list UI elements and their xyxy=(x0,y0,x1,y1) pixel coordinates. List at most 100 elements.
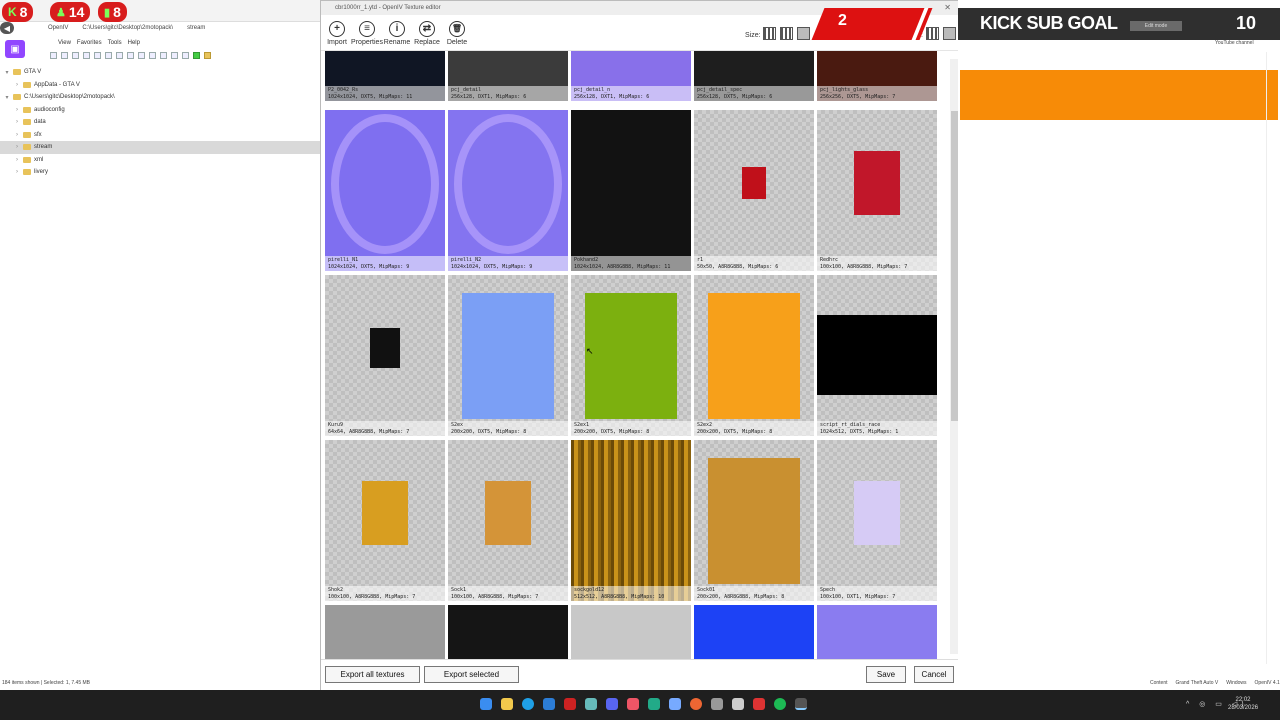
menu-help[interactable]: Help xyxy=(128,40,140,50)
tool-replace-button[interactable]: ⇄ Replace xyxy=(411,21,443,46)
view-list-icon[interactable] xyxy=(926,27,939,40)
toolbar-icon[interactable] xyxy=(116,52,123,59)
chevron-right-icon[interactable]: › xyxy=(14,119,20,125)
texture-tile[interactable] xyxy=(817,605,937,659)
app-icon[interactable] xyxy=(711,698,723,710)
texture-tile[interactable] xyxy=(571,605,691,659)
export-selected-button[interactable]: Export selected xyxy=(424,666,519,683)
tree-item[interactable]: › xml xyxy=(0,154,320,167)
taskbar-clock[interactable]: 22:02 28/03/2026 xyxy=(1228,696,1258,712)
adobe-icon[interactable] xyxy=(564,698,576,710)
size-small-icon[interactable] xyxy=(763,27,776,40)
app-icon[interactable] xyxy=(585,698,597,710)
save-button[interactable]: Save xyxy=(866,666,906,683)
cancel-button[interactable]: Cancel xyxy=(914,666,954,683)
chevron-right-icon[interactable]: › xyxy=(14,82,20,88)
discord-icon[interactable] xyxy=(606,698,618,710)
add-icon[interactable] xyxy=(193,52,200,59)
toolbar-icon[interactable] xyxy=(105,52,112,59)
texture-info: 256x128, DXT1, MipMaps: 6 xyxy=(451,93,527,100)
file-explorer-icon[interactable] xyxy=(501,698,513,710)
texture-tile[interactable]: S2ex 200x200, DXT5, MipMaps: 8 xyxy=(448,275,568,436)
app-icon[interactable] xyxy=(753,698,765,710)
app-icon[interactable] xyxy=(669,698,681,710)
texture-tile[interactable]: pirelli_N1 1024x1024, DXT5, MipMaps: 9 xyxy=(325,110,445,271)
tree-item[interactable]: › AppData - GTA V xyxy=(0,79,320,92)
texture-tile[interactable]: sockgold12 512x512, A8R8G8B8, MipMaps: 10 xyxy=(571,440,691,601)
tree-item[interactable]: ▾ C:\Users\gitc\Desktop\2motopack\ xyxy=(0,91,320,104)
toolbar-icon[interactable] xyxy=(50,52,57,59)
chevron-down-icon[interactable]: ▾ xyxy=(4,94,10,101)
toolbar-icon[interactable] xyxy=(149,52,156,59)
texture-info: 256x128, DXT5, MipMaps: 6 xyxy=(697,93,773,100)
toolbar-icon[interactable] xyxy=(160,52,167,59)
texture-tile[interactable]: Sock1 100x100, A8R8G8B8, MipMaps: 7 xyxy=(448,440,568,601)
toolbar-icon[interactable] xyxy=(94,52,101,59)
tree-item[interactable]: › audioconfig xyxy=(0,104,320,117)
texture-tile[interactable]: pirelli_N2 1024x1024, DXT5, MipMaps: 9 xyxy=(448,110,568,271)
tree-item[interactable]: › livery xyxy=(0,166,320,179)
texture-tile[interactable] xyxy=(448,605,568,659)
toolbar-icon[interactable] xyxy=(83,52,90,59)
tool-rename-button[interactable]: i Rename xyxy=(381,21,413,46)
texture-preview-swatch xyxy=(708,293,800,419)
texture-tile[interactable] xyxy=(325,605,445,659)
openiv-taskbar-icon[interactable] xyxy=(795,698,807,710)
edge-icon[interactable] xyxy=(522,698,534,710)
windows-start-icon[interactable] xyxy=(480,698,492,710)
chevron-right-icon[interactable]: › xyxy=(14,169,20,175)
texture-tile[interactable]: P2_0042_Rs 1024x1024, DXT5, MipMaps: 11 xyxy=(325,51,445,101)
texture-tile[interactable]: Redhrc 100x100, A8R8G8B8, MipMaps: 7 xyxy=(817,110,937,271)
address-bar[interactable]: OpenIV C:\Users\gitc\Desktop\2motopack\ … xyxy=(0,22,320,34)
tool-import-button[interactable]: + Import xyxy=(321,21,353,46)
texture-tile[interactable]: S2ex2 200x200, DXT5, MipMaps: 8 xyxy=(694,275,814,436)
toolbar-icon[interactable] xyxy=(61,52,68,59)
edit-mode-button[interactable]: Edit mode xyxy=(1130,21,1182,31)
texture-tile[interactable] xyxy=(694,605,814,659)
texture-tile[interactable]: Sock01 200x200, A8R8G8B8, MipMaps: 8 xyxy=(694,440,814,601)
right-scrollbar[interactable] xyxy=(1266,52,1276,664)
app-icon[interactable] xyxy=(627,698,639,710)
app-icon[interactable] xyxy=(648,698,660,710)
texture-label: pcj_detail_spec 256x128, DXT5, MipMaps: 6 xyxy=(694,86,814,101)
toolbar-icon[interactable] xyxy=(171,52,178,59)
texture-tile[interactable]: pcj_detail_spec 256x128, DXT5, MipMaps: 6 xyxy=(694,51,814,101)
size-large-icon[interactable] xyxy=(797,27,810,40)
vscode-icon[interactable] xyxy=(543,698,555,710)
folder-add-icon[interactable] xyxy=(204,52,211,59)
toolbar-icon[interactable] xyxy=(138,52,145,59)
texture-tile[interactable]: r1 50x50, A8R8G8B8, MipMaps: 6 xyxy=(694,110,814,271)
chevron-right-icon[interactable]: › xyxy=(14,144,20,150)
menu-view[interactable]: View xyxy=(58,40,71,50)
toolbar-icon[interactable] xyxy=(182,52,189,59)
texture-tile[interactable]: Spech 100x100, DXT1, MipMaps: 7 xyxy=(817,440,937,601)
tree-item[interactable]: › data xyxy=(0,116,320,129)
texture-tile[interactable]: Pokhand2 1024x1024, A8R8G8B8, MipMaps: 11 xyxy=(571,110,691,271)
tool-properties-button[interactable]: ≡ Properties xyxy=(351,21,383,46)
close-icon[interactable]: ✕ xyxy=(944,3,951,12)
toolbar-icon[interactable] xyxy=(72,52,79,59)
texture-tile[interactable]: Kuru9 64x64, A8R8G8B8, MipMaps: 7 xyxy=(325,275,445,436)
export-all-button[interactable]: Export all textures xyxy=(325,666,420,683)
view-grid-icon[interactable] xyxy=(943,27,956,40)
toolbar-icon[interactable] xyxy=(127,52,134,59)
texture-tile[interactable]: Shok2 100x100, A8R8G8B8, MipMaps: 7 xyxy=(325,440,445,601)
texture-tile[interactable]: pcj_detail_n 256x128, DXT1, MipMaps: 6 xyxy=(571,51,691,101)
app-icon[interactable] xyxy=(732,698,744,710)
chevron-right-icon[interactable]: › xyxy=(14,157,20,163)
app-icon[interactable] xyxy=(690,698,702,710)
tree-item[interactable]: › sfx xyxy=(0,129,320,142)
texture-tile[interactable]: pcj_detail 256x128, DXT1, MipMaps: 6 xyxy=(448,51,568,101)
texture-tile[interactable]: pcj_lights_glass 256x256, DXT5, MipMaps: … xyxy=(817,51,937,101)
size-medium-icon[interactable] xyxy=(780,27,793,40)
chevron-right-icon[interactable]: › xyxy=(14,107,20,113)
menu-tools[interactable]: Tools xyxy=(108,40,122,50)
menu-favorites[interactable]: Favorites xyxy=(77,40,102,50)
texture-tile[interactable]: script_rt_dials_race 1024x512, DXT5, MipM… xyxy=(817,275,937,436)
spotify-icon[interactable] xyxy=(774,698,786,710)
tree-item[interactable]: › stream xyxy=(0,141,320,154)
chevron-right-icon[interactable]: › xyxy=(14,132,20,138)
chevron-down-icon[interactable]: ▾ xyxy=(4,69,10,76)
tree-item[interactable]: ▾ GTA V xyxy=(0,66,320,79)
tool-delete-button[interactable]: 🗑 Delete xyxy=(441,21,473,46)
